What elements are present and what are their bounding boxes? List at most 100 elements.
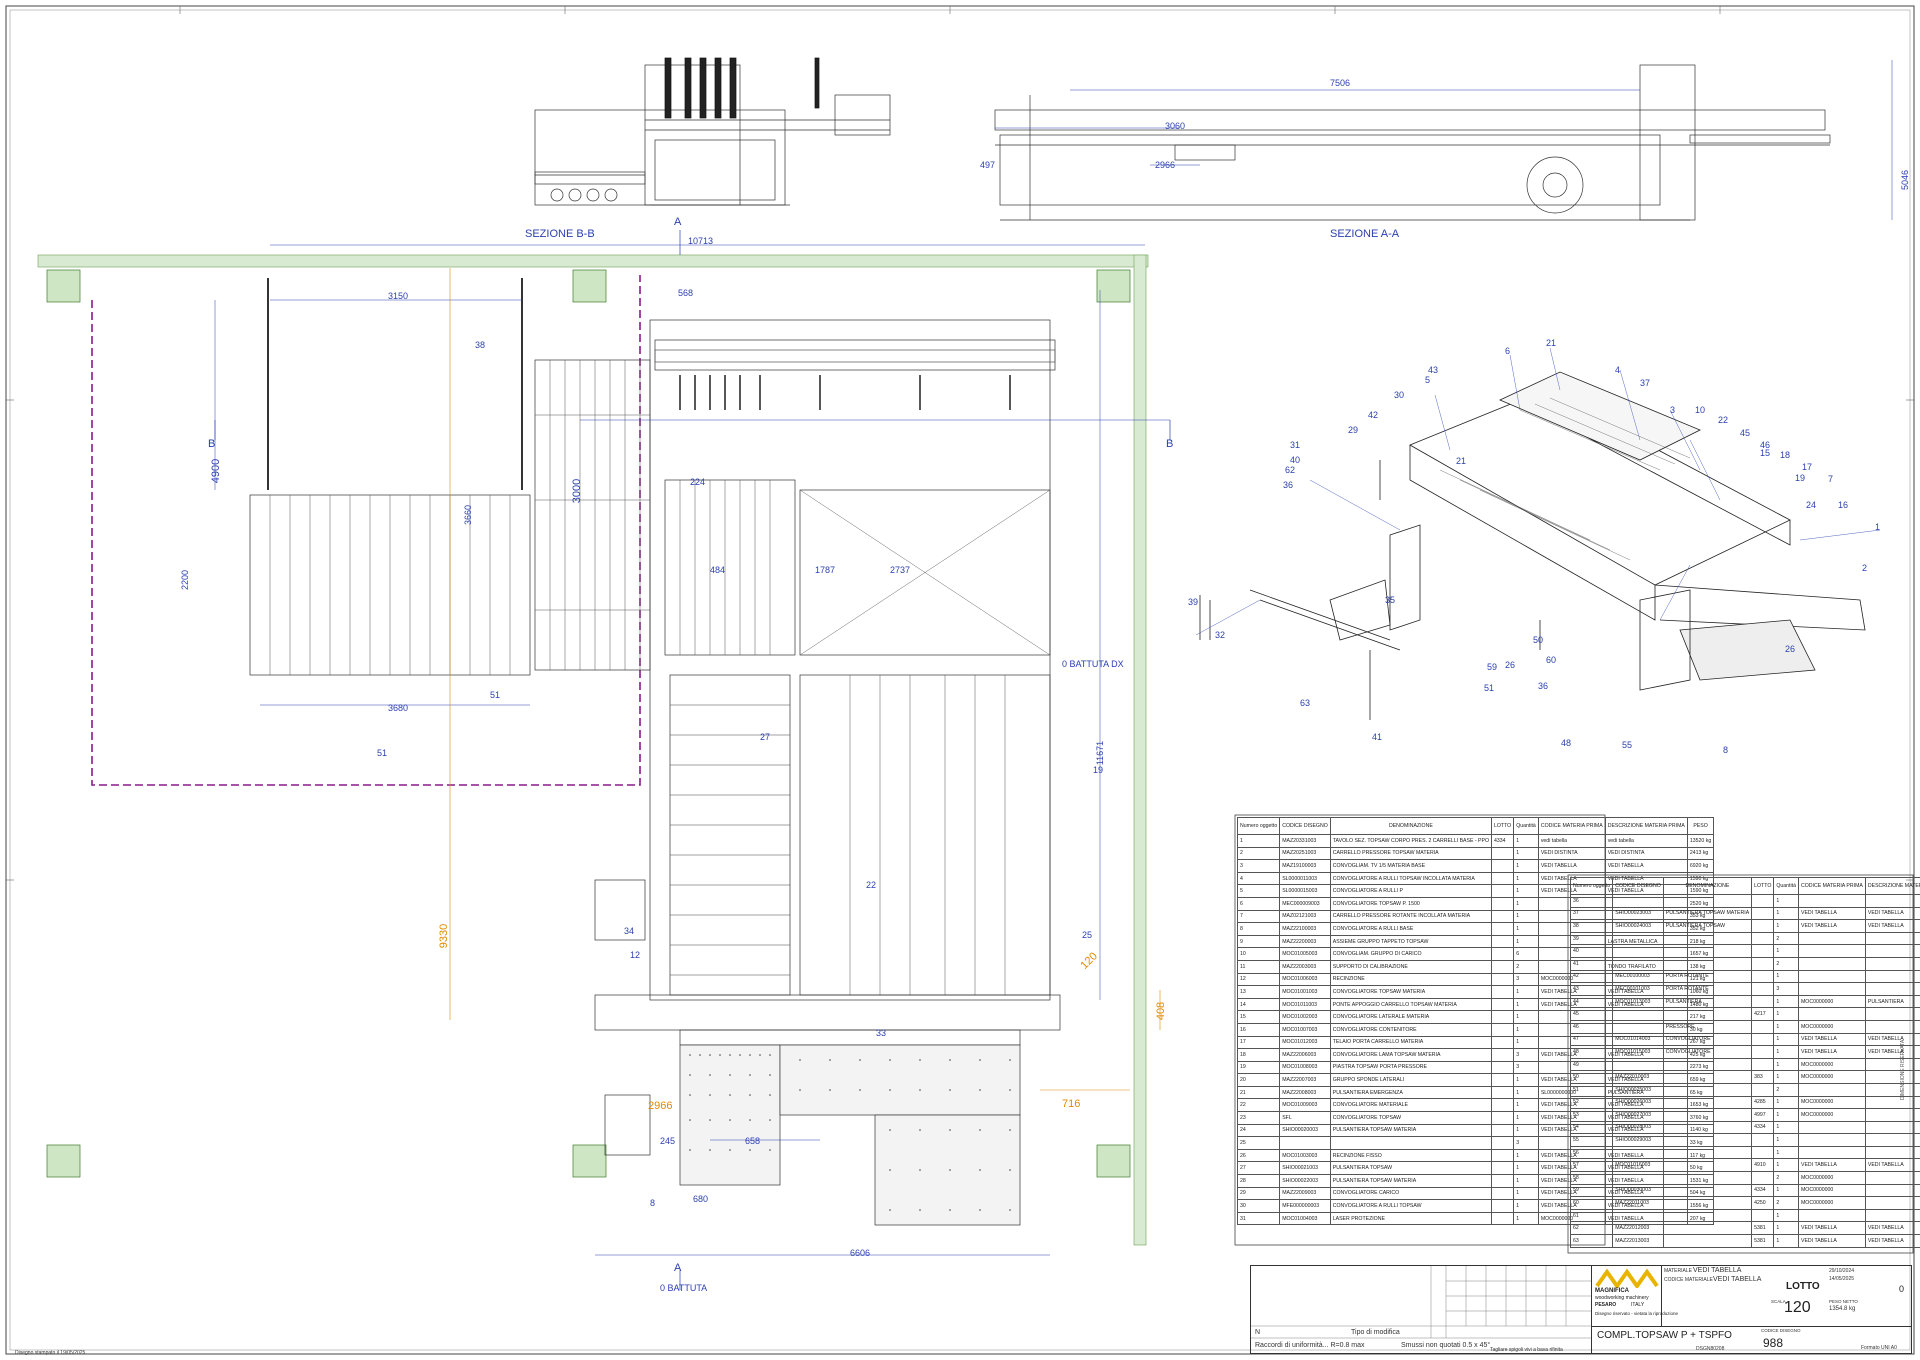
bom-row: 3610 kg	[1569, 894, 1920, 908]
bom-cell	[1751, 994, 1775, 1009]
bom-cell: CONVOGLIATORE LATERALE MATERIA	[1329, 1010, 1493, 1024]
bom-cell: MOC0000000	[1797, 1108, 1866, 1122]
bom-cell: 59	[1569, 1183, 1614, 1198]
bom-cell: 5381	[1751, 1234, 1775, 1248]
bom-cell: 62	[1569, 1221, 1614, 1236]
iso-balloon-17: 17	[1802, 462, 1813, 472]
bom-cell: 6920 kg	[1686, 859, 1715, 873]
bom-cell: PIASTRA TOPSAW PORTA PRESSORE	[1329, 1060, 1493, 1075]
bom-cell: PULSANTIERA TOPSAW MATERIA	[1329, 1174, 1493, 1188]
bom-cell	[1751, 894, 1775, 908]
bom-cell	[1797, 1120, 1866, 1135]
company-name: MAGNIFICA	[1595, 1288, 1629, 1294]
bom-cell: vedi tabella	[1537, 834, 1606, 848]
bom-cell	[1490, 1199, 1515, 1213]
bom-cell: MAZ22010003	[1612, 1070, 1664, 1084]
dim-4900: 4900	[210, 458, 223, 484]
bom-cell: 42	[1569, 969, 1614, 984]
bom-cell: CONVOGLIATORE MATERIALE	[1329, 1098, 1493, 1113]
bom-cell: 21	[1236, 1085, 1281, 1100]
bom-cell: MOC01004003	[1279, 1211, 1331, 1226]
bom-cell	[1864, 1108, 1920, 1122]
iso-balloon-62: 62	[1285, 465, 1296, 475]
bom-cell	[1662, 944, 1753, 958]
bom-cell	[1864, 1133, 1920, 1147]
bom-cell: 1	[1773, 1057, 1799, 1072]
bom-cell: MOC01008003	[1279, 1060, 1331, 1075]
iso-balloon-2: 2	[1862, 563, 1868, 573]
iso-balloon-10: 10	[1695, 405, 1706, 415]
bom-cell	[1864, 982, 1920, 996]
bom-cell: PONTE APPOGGIO CARRELLO TOPSAW MATERIA	[1329, 997, 1493, 1012]
section-bb-view	[534, 57, 891, 206]
iso-balloon-21b: 21	[1456, 456, 1467, 466]
bom-cell: MOC01011003	[1279, 997, 1331, 1012]
bom-cell: PORTA ROTANTE	[1662, 982, 1753, 996]
bom-row: 2 MAZ20251003 CARRELLO PRESSORE TOPSAW MAT…	[1236, 846, 1715, 861]
iso-balloon-59: 59	[1487, 662, 1498, 672]
bom-header-cell: CODICE MATERIA PRIMA	[1537, 817, 1606, 835]
bom-cell: 1	[1513, 922, 1539, 936]
bom-row: 60MAZ2201100342502MOC0000000225 kg	[1569, 1196, 1920, 1210]
bom-cell: SHIO00020003	[1279, 1123, 1331, 1138]
bom-cell	[1490, 947, 1515, 961]
bom-cell: 4217	[1751, 1007, 1775, 1021]
dim-7506: 7506	[1330, 78, 1351, 88]
bom-cell	[1490, 896, 1515, 911]
iso-balloon-43: 43	[1428, 365, 1439, 375]
iso-balloon-1: 1	[1875, 522, 1881, 532]
plan-view	[37, 230, 1171, 1290]
bom-cell: CONVOGLIATORE TOPSAW MATERIA	[1329, 985, 1493, 999]
balloon-33: 33	[876, 1028, 887, 1038]
bom-cell: 22	[1236, 1098, 1281, 1113]
bom-cell	[1329, 1136, 1493, 1150]
bom-cell: 1	[1513, 896, 1539, 911]
bom-cell	[1797, 956, 1866, 971]
bom-cell: 47	[1569, 1032, 1614, 1047]
bom-cell	[1490, 1174, 1515, 1188]
bom-cell: 1	[1513, 871, 1539, 886]
bom-cell: 1	[1513, 1211, 1539, 1226]
bom-cell: 57	[1569, 1158, 1614, 1173]
bom-header-cell: DESCRIZIONE MATERIA PRIMA	[1864, 877, 1920, 895]
iso-balloon-60: 60	[1546, 655, 1557, 665]
bom-cell: CONVOGLIATORE A RULLI BASE	[1329, 922, 1493, 936]
bom-cell: 1	[1773, 994, 1799, 1009]
revision-n-label: N	[1255, 1329, 1261, 1336]
bom-cell: 20	[1236, 1073, 1281, 1087]
bom-cell: VEDI TABELLA	[1797, 1158, 1866, 1173]
bom-cell	[1662, 1133, 1753, 1147]
bom-cell: CONVOGLIATORE LAMA TOPSAW MATERIA	[1329, 1048, 1493, 1062]
bom-cell	[1662, 1183, 1753, 1198]
bom-header-row: Numero oggetto CODICE DISEGNO DENOMINAZION…	[1236, 817, 1715, 835]
bom-cell: 4285	[1751, 1095, 1775, 1110]
bom-cell: CONVOGLIATORE	[1662, 1045, 1753, 1059]
dim-2200: 2200	[180, 569, 191, 591]
bom-header-cell: CODICE DISEGNO	[1279, 817, 1331, 835]
bom-cell: MEC00100003	[1612, 969, 1664, 984]
iso-balloon-29: 29	[1348, 425, 1359, 435]
bom-cell: MAZ22008003	[1279, 1085, 1331, 1100]
dim-3000: 3000	[571, 478, 584, 504]
bom-cell: 1	[1513, 859, 1539, 873]
bom-cell: CARRELLO PRESSORE TOPSAW MATERIA	[1329, 846, 1493, 861]
bom-cell: VEDI TABELLA	[1864, 1221, 1920, 1236]
bom-cell	[1751, 944, 1775, 958]
bom-cell: VEDI TABELLA	[1864, 906, 1920, 921]
bom-cell: 24	[1236, 1123, 1281, 1138]
bom-header-cell: LOTTO	[1751, 877, 1775, 895]
bom-cell	[1751, 1133, 1775, 1147]
bom-cell: 48	[1569, 1045, 1614, 1059]
bom-cell: MAZ22012003	[1612, 1221, 1664, 1236]
bom-cell	[1864, 931, 1920, 946]
iso-balloon-45: 45	[1740, 428, 1751, 438]
bom-cell: PULSANTIERA EMERGENZA	[1329, 1085, 1493, 1100]
bom-cell: MAZ02121003	[1279, 909, 1331, 924]
bom-cell: VEDI TABELLA	[1797, 906, 1866, 921]
bom-cell: 4334	[1490, 834, 1515, 848]
bom-cell: MOC01009003	[1279, 1098, 1331, 1113]
drawing-title: COMPL.TOPSAW P + TSPFO	[1597, 1330, 1732, 1341]
bom-cell: 2	[1773, 956, 1799, 971]
bom-cell: 1	[1236, 834, 1281, 848]
bom-cell	[1490, 1148, 1515, 1163]
